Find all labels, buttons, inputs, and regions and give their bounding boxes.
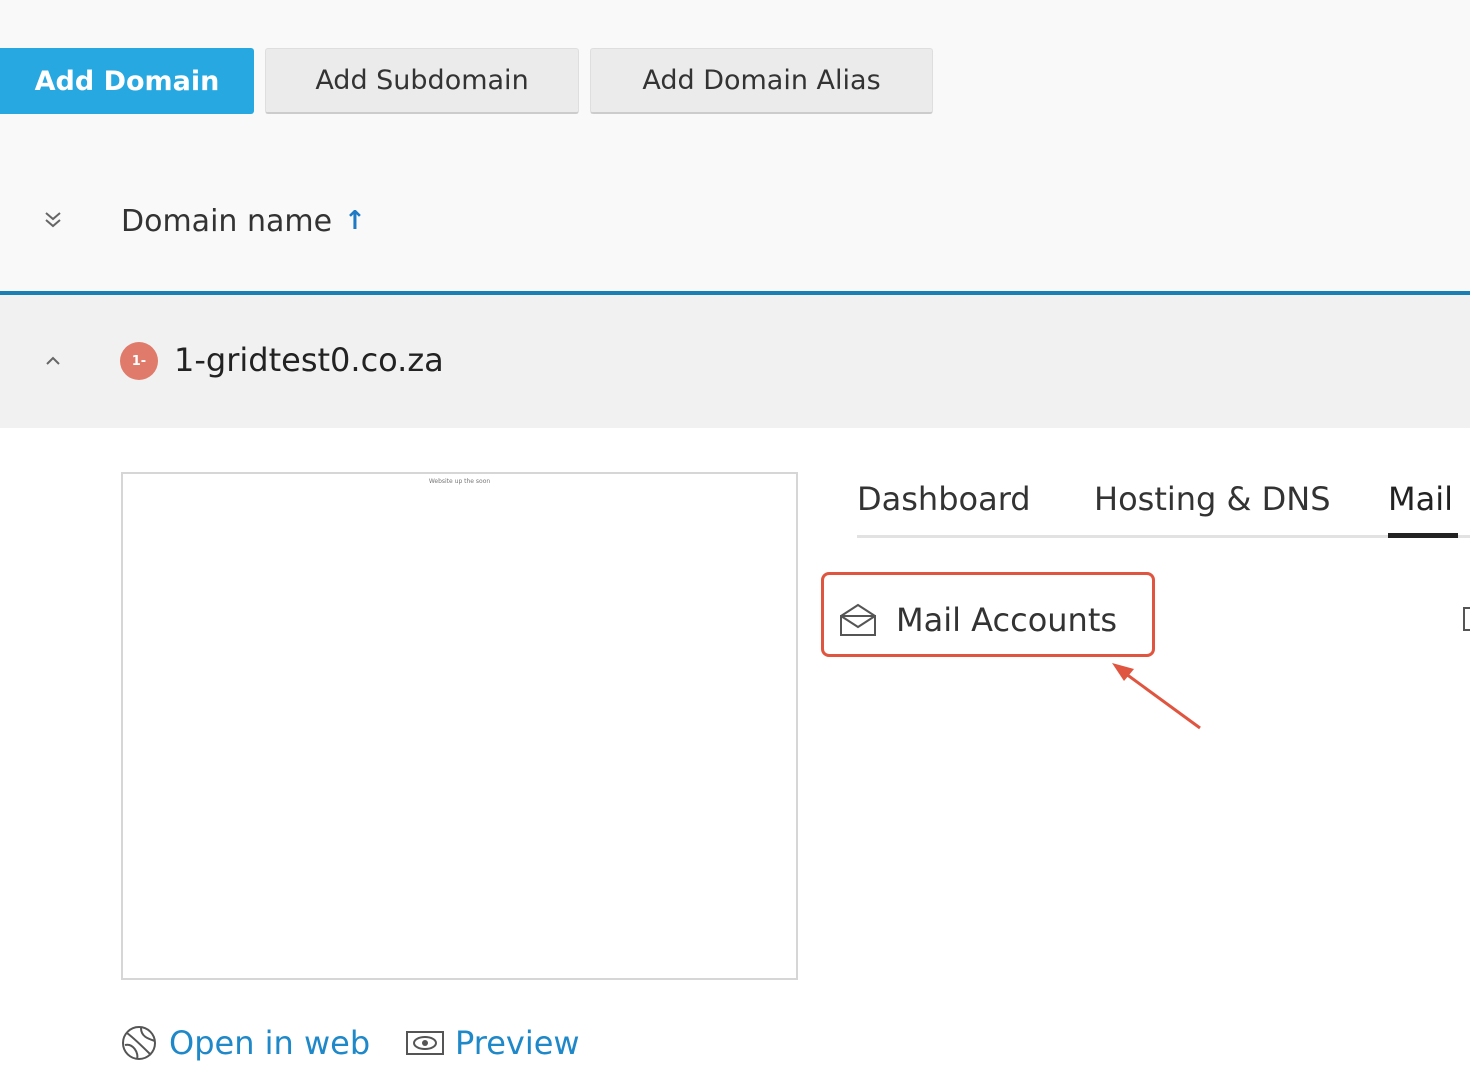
mail-accounts-label: Mail Accounts	[896, 601, 1118, 639]
add-domain-button[interactable]: Add Domain	[0, 48, 254, 114]
add-domain-alias-button[interactable]: Add Domain Alias	[590, 48, 933, 114]
toolbar-area: Add Domain Add Subdomain Add Domain Alia…	[0, 0, 1470, 295]
open-envelope-icon	[840, 603, 876, 636]
domains-page: Add Domain Add Subdomain Add Domain Alia…	[0, 0, 1470, 1082]
mail-accounts-link[interactable]: Mail Accounts	[838, 590, 1117, 650]
preview-link[interactable]: Preview	[405, 1020, 580, 1066]
domain-name-link[interactable]: 1-gridtest0.co.za	[174, 335, 444, 385]
tab-dashboard[interactable]: Dashboard	[857, 480, 1031, 518]
preview-label: Preview	[455, 1024, 580, 1062]
eye-icon	[406, 1031, 444, 1055]
active-tab-indicator	[1388, 533, 1458, 538]
open-in-web-link[interactable]: Open in web	[119, 1020, 370, 1066]
domain-tabs: Dashboard Hosting & DNS Mail	[857, 470, 1470, 540]
double-chevron-down-icon[interactable]	[38, 205, 68, 235]
tab-mail[interactable]: Mail	[1388, 480, 1453, 518]
site-preview-thumbnail[interactable]: Website up the soon	[121, 472, 798, 980]
chevron-up-icon[interactable]	[38, 345, 68, 375]
status-badge: 1-	[120, 342, 158, 380]
domain-row: 1- 1-gridtest0.co.za	[0, 295, 1470, 428]
preview-caption: Website up the soon	[428, 478, 491, 485]
add-subdomain-button[interactable]: Add Subdomain	[265, 48, 579, 114]
domain-name-column-header[interactable]: Domain name ↑	[121, 198, 366, 244]
globe-icon	[122, 1026, 156, 1060]
open-in-web-label: Open in web	[169, 1024, 371, 1062]
sort-ascending-icon: ↑	[344, 206, 366, 236]
annotation-arrow-icon	[1112, 663, 1201, 730]
truncated-icon	[1463, 607, 1470, 631]
column-label: Domain name	[121, 203, 333, 239]
tab-hosting-dns[interactable]: Hosting & DNS	[1094, 480, 1331, 518]
